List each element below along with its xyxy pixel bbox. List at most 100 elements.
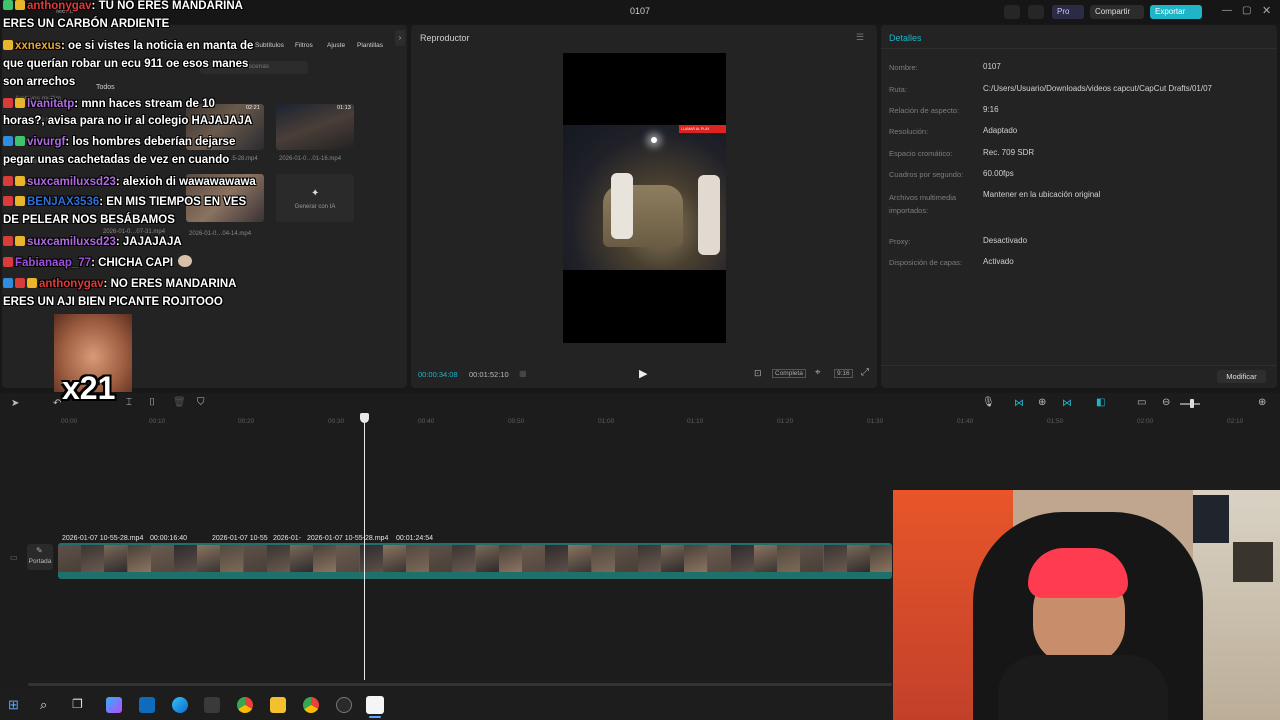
clip-thumbnail [545,545,569,572]
clip-4-name: 2026-01-07 10-55-28.mp4 [307,535,389,542]
badge-icon [3,236,13,246]
chat-line-12: DE PELEAR NOS BESÁBAMOS [3,214,175,226]
playhead[interactable] [364,413,365,680]
minimize-icon[interactable]: — [1222,5,1232,16]
chat-line-9: pegar unas cachetadas de vez en cuando [3,154,230,166]
chat-user: BENJAX3536 [27,196,100,208]
ai-generate-card[interactable]: ✦ Generar con IA [276,174,354,222]
trim-icon[interactable]: ⌷ [149,397,155,408]
microphone-icon[interactable]: 🎙 [982,397,995,408]
clip-thumbnail [684,545,708,572]
share-button[interactable]: Compartir [1090,5,1144,19]
select-tool-icon[interactable]: ➤ [11,398,19,409]
obs-icon[interactable] [336,697,352,713]
zoom-out-icon[interactable]: ⊖ [1162,397,1170,408]
player-menu-icon[interactable]: ☰ [856,32,864,43]
cover-label: Portada [28,558,52,565]
copilot-icon[interactable] [106,697,122,713]
windows-start-icon[interactable]: ⊞ [8,697,24,713]
magnet-icon[interactable]: ⋈ [1014,398,1024,409]
clip-thumbnail [429,545,453,572]
pro-button[interactable]: Pro [1052,5,1084,19]
chrome-icon[interactable] [237,697,253,713]
crown-icon [27,278,37,288]
close-icon[interactable]: ✕ [1262,4,1271,17]
quality-button[interactable]: Completa [772,369,806,378]
playhead-handle[interactable] [360,413,369,423]
video-track[interactable] [58,543,892,579]
link-icon[interactable]: ⊕ [1038,397,1046,408]
media-thumb-2-duration: 01:13 [337,105,351,111]
audio-split-icon[interactable]: ◧ [1096,397,1105,408]
panel-collapse-icon[interactable]: › [395,30,405,46]
split-icon[interactable]: ⌶ [126,397,132,408]
badge-icon [15,136,25,146]
detail-value-media: Mantener en la ubicación original [983,190,1101,199]
caption-icon[interactable]: ▭ [1137,397,1146,408]
fullscreen-icon[interactable]: ⤢ [861,367,869,378]
tick-11: 01:50 [1047,418,1064,425]
shortcut-icon[interactable] [1028,5,1044,19]
zoom-fit-icon[interactable]: ⌖ [815,367,821,378]
chat-text: : CHICHA CAPI [91,257,174,269]
webcam-overlay [893,490,1280,720]
capcut-icon[interactable] [366,696,384,714]
maximize-icon[interactable]: ▢ [1242,5,1251,16]
timeline-scrollbar[interactable] [28,683,892,686]
poster-2 [1233,542,1273,582]
filter-all[interactable]: Todos [96,84,115,91]
export-button[interactable]: Exportar [1150,5,1202,19]
templates-tab[interactable]: Plantillas [357,42,383,49]
crown-icon [15,176,25,186]
tick-8: 01:20 [777,418,794,425]
clip-4-duration: 00:01:24:54 [396,535,433,542]
store-icon[interactable] [204,697,220,713]
timecode-icon[interactable]: ▦ [519,369,527,378]
chat-text: : alexioh di wawawawawa [115,176,256,188]
outlook-icon[interactable] [139,697,155,713]
modify-button[interactable]: Modificar [1217,370,1266,383]
undo-icon[interactable]: ↶ [53,398,61,409]
task-view-icon[interactable]: ❐ [72,697,88,713]
emote-icon [178,255,193,267]
layout-icon[interactable] [1004,5,1020,19]
play-icon[interactable]: ▶ [639,367,647,380]
overlay-tag: LLAMAR AL PLAY [679,125,726,133]
adjust-tab[interactable]: Ajuste [327,42,345,49]
cover-button[interactable]: ✎ Portada [27,544,53,570]
badge-icon [3,278,13,288]
video-preview[interactable]: LLAMAR AL PLAY [563,53,726,343]
snapshot-icon[interactable]: ⊡ [754,368,762,379]
badge-icon [3,98,13,108]
clip-thumbnail [382,545,406,572]
ratio-button[interactable]: 9:16 [834,369,853,378]
filters-tab[interactable]: Filtros [295,42,313,49]
zoom-slider-thumb[interactable] [1190,399,1194,408]
chrome-profile-icon[interactable] [303,697,319,713]
search-icon[interactable]: ⌕ [40,697,56,713]
marker-icon[interactable]: ⛉ [197,397,205,408]
detail-value-fps: 60.00fps [983,169,1014,178]
chat-line-14: Fabianaap_77: CHICHA CAPI [3,254,194,272]
crown-icon [15,196,25,206]
chat-user: suxcamiluxsd23 [27,236,116,248]
ratio-label: 9:16 [837,370,850,377]
detail-value-path: C:/Users/Usuario/Downloads/videos capcut… [983,84,1212,93]
red-hair [1028,548,1128,598]
edge-icon[interactable] [172,697,188,713]
clip-thumbnail [522,545,545,572]
chat-line-16: ERES UN AJI BIEN PICANTE ROJITOOO [3,296,223,308]
clip-thumbnail [266,545,290,572]
chat-user: anthonygav [39,278,104,290]
preview-axis-icon[interactable]: ⋈ [1062,398,1072,409]
clip-thumbnail [127,545,151,572]
clip-thumbnail [498,545,522,572]
toolbar: Subtítulos Filtros Ajuste Plantillas [250,28,400,50]
file-explorer-icon[interactable] [270,697,286,713]
delete-icon[interactable]: 🗑 [173,397,186,408]
subtitles-tab[interactable]: Subtítulos [255,42,284,49]
zoom-fit-timeline-icon[interactable]: ⊕ [1258,397,1266,408]
lock-track-icon[interactable]: ▭ [10,553,18,562]
chat-text: : TU NO ERES MANDARINA [91,0,243,12]
badge-icon [3,0,13,10]
